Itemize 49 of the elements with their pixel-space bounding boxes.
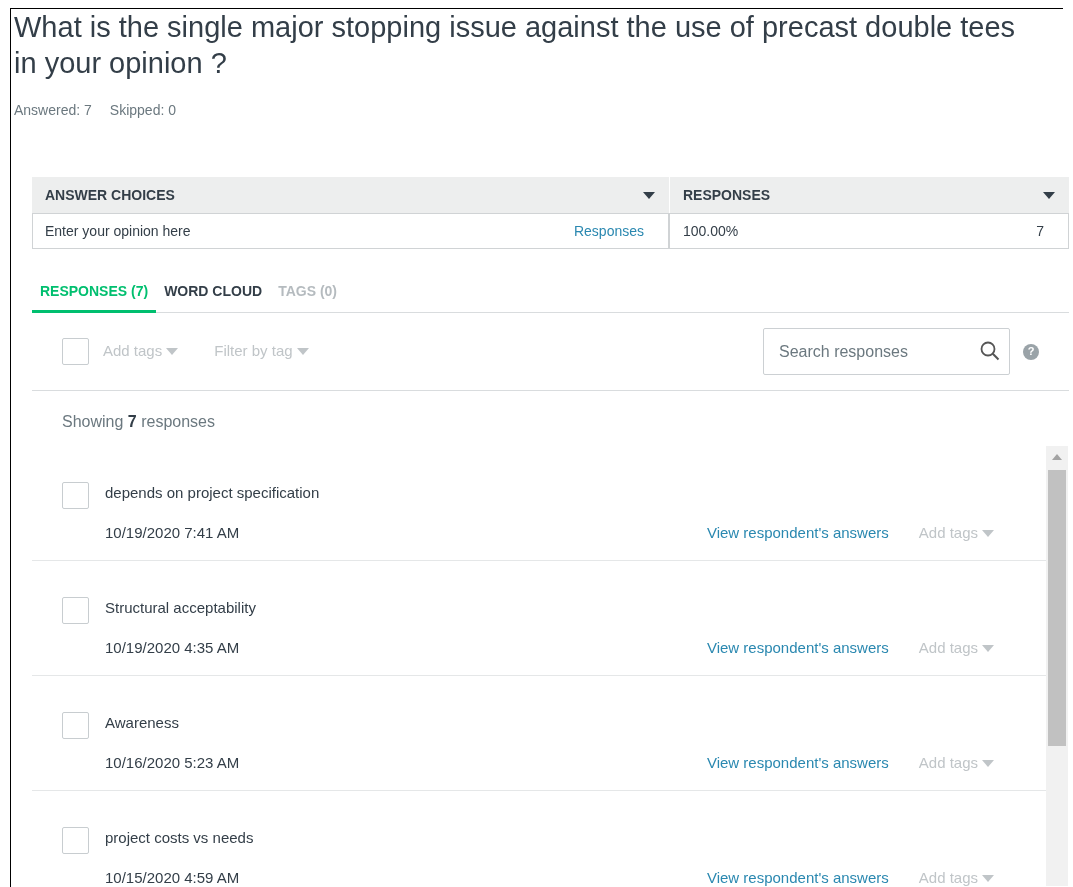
add-tags-dropdown[interactable]: Add tags [918,522,994,545]
caret-icon [982,529,994,537]
caret-icon [296,348,309,355]
sort-caret-icon[interactable] [643,191,655,199]
checkbox[interactable] [62,712,89,739]
column-header: ANSWER CHOICES [45,185,175,205]
response-date: 10/16/2020 5:23 AM [105,753,240,773]
tab[interactable]: RESPONSES (7) [32,273,157,313]
view-answers-link[interactable]: View respondent's answers [706,637,889,660]
table-cell-text: 7 [1036,221,1044,241]
add-tags-dropdown[interactable]: Add tags [918,867,994,887]
add-tags-dropdown[interactable]: Add tags [918,637,994,660]
checkbox[interactable] [62,338,89,365]
question-title: What is the single major stopping issue against the use of precast double tees in your opinion ? [14,10,1017,81]
table-cell-text: Enter your opinion here [45,221,191,241]
response-text: project costs vs needs [105,828,255,848]
scroll-up-icon[interactable] [1052,454,1062,460]
answered-count: Answered: 7 [14,101,92,120]
response-text: Structural acceptability [105,598,257,618]
table-cell-text: 100.00% [683,221,739,241]
checkbox[interactable] [62,597,89,624]
caret-icon [982,644,994,652]
help-icon[interactable]: ? [1023,343,1039,360]
tab[interactable]: WORD CLOUD [156,273,271,313]
search-field[interactable]: Search responses [763,328,1010,375]
scrollbar[interactable] [1046,446,1068,886]
add-tags-dropdown[interactable]: Add tags [918,752,994,775]
response-text: depends on project specification [105,483,321,503]
sort-caret-icon[interactable] [1043,191,1055,199]
column-header: RESPONSES [683,185,771,205]
add-tags-dropdown[interactable]: Add tags [103,340,179,363]
search-icon[interactable] [980,341,1000,361]
showing-count: Showing 7 responses [61,412,216,432]
response-date: 10/19/2020 4:35 AM [105,638,240,658]
filter-by-tag-dropdown[interactable]: Filter by tag [214,340,309,363]
responses-link[interactable]: Responses [573,220,644,242]
caret-icon [166,348,179,355]
response-text: Awareness [105,713,180,733]
checkbox[interactable] [62,827,89,854]
caret-icon [982,874,994,882]
response-date: 10/19/2020 7:41 AM [105,523,240,543]
view-answers-link[interactable]: View respondent's answers [706,867,889,887]
response-date: 10/15/2020 4:59 AM [105,868,240,887]
caret-icon [982,759,994,767]
checkbox[interactable] [62,482,89,509]
skipped-count: Skipped: 0 [109,101,176,120]
view-answers-link[interactable]: View respondent's answers [706,522,889,545]
view-answers-link[interactable]: View respondent's answers [706,752,889,775]
scrollbar-thumb[interactable] [1048,470,1066,746]
